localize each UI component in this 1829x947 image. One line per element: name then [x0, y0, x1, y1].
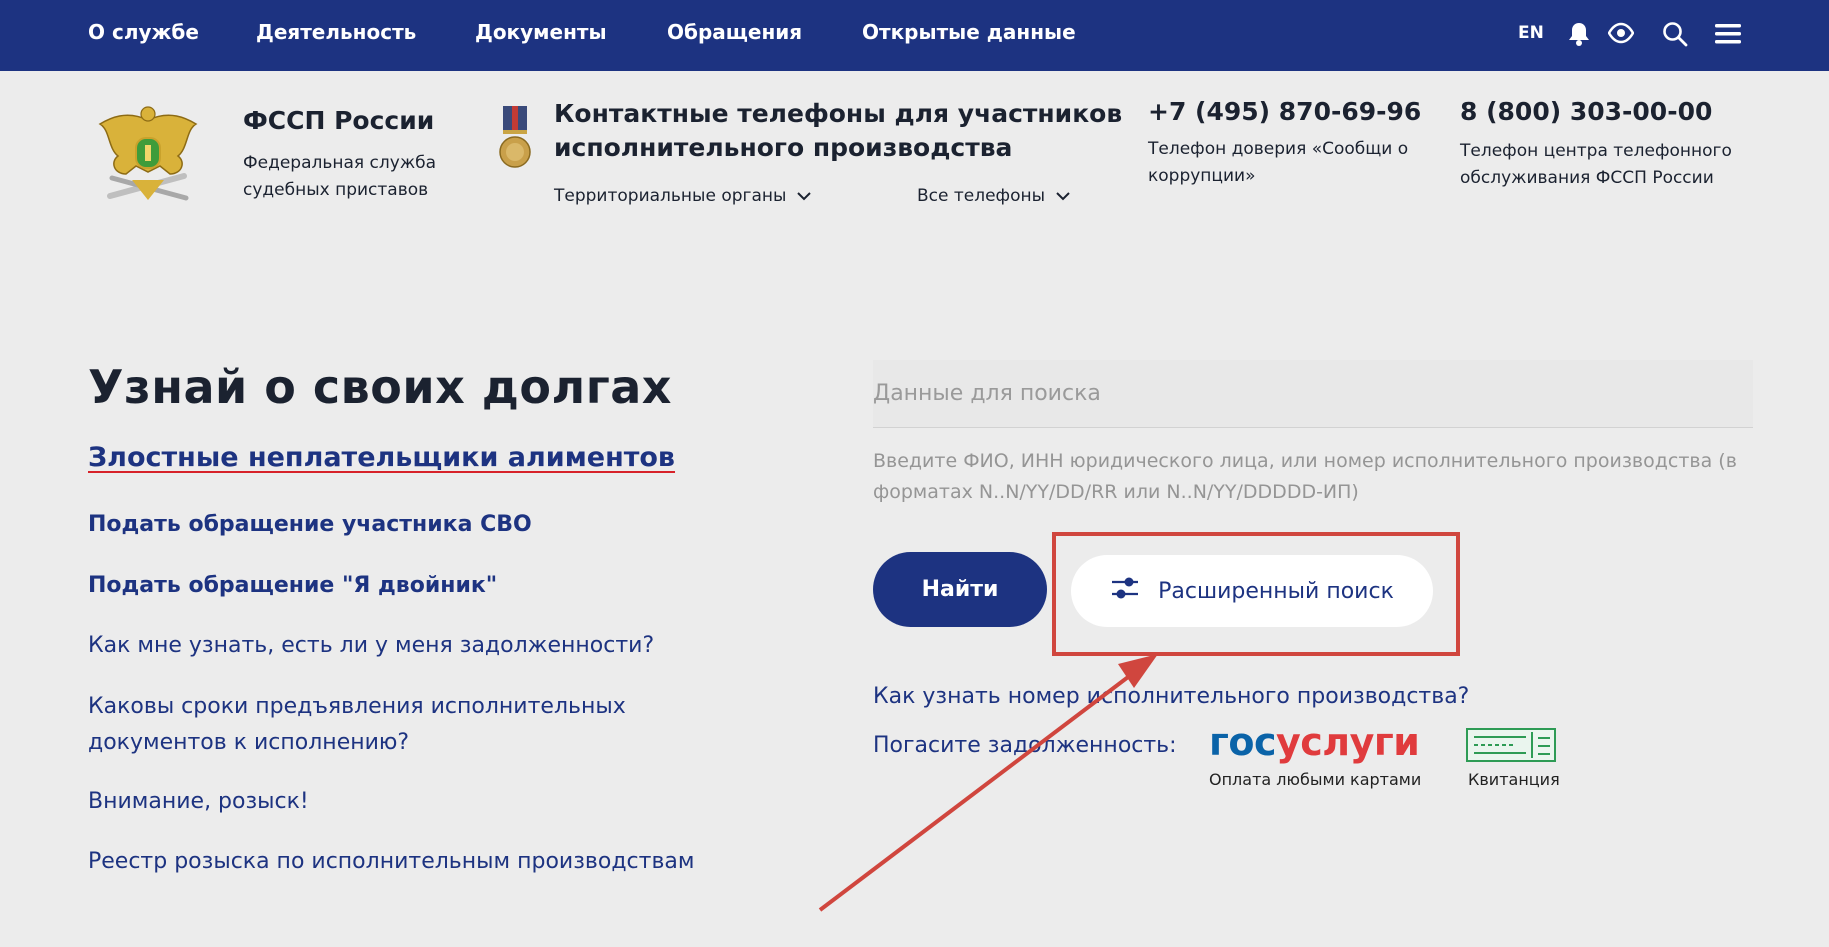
double-appeal-link[interactable]: Подать обращение "Я двойник"	[88, 568, 768, 604]
trust-phone-number[interactable]: +7 (495) 870-69-96	[1148, 97, 1421, 126]
call-center-phone-number[interactable]: 8 (800) 303-00-00	[1460, 97, 1712, 126]
advanced-search-label: Расширенный поиск	[1158, 578, 1394, 604]
gosuslugi-logo-part1: гос	[1209, 720, 1277, 764]
menu-hamburger-icon[interactable]	[1714, 22, 1742, 46]
chevron-down-icon	[1055, 186, 1071, 206]
medal-icon	[498, 106, 532, 170]
sliders-icon	[1110, 575, 1140, 607]
search-hint: Введите ФИО, ИНН юридического лица, или …	[873, 450, 1737, 503]
advanced-search-button[interactable]: Расширенный поиск	[1071, 555, 1433, 627]
malicious-alimony-debtors-link[interactable]: Злостные неплательщики алиментов	[88, 442, 675, 473]
fssp-emblem-logo[interactable]	[96, 100, 200, 210]
gosuslugi-caption: Оплата любыми картами	[1209, 770, 1422, 789]
org-name: ФССП России	[243, 106, 435, 135]
contacts-title: Контактные телефоны для участников испол…	[554, 99, 1123, 162]
nav-item-documents[interactable]: Документы	[475, 20, 607, 44]
search-icon[interactable]	[1662, 21, 1688, 47]
all-phones-label: Все телефоны	[917, 186, 1046, 206]
top-navigation-bar: О службе Деятельность Документы Обращени…	[0, 0, 1829, 71]
gosuslugi-logo[interactable]: госуслуги	[1209, 720, 1420, 764]
bell-icon[interactable]	[1568, 21, 1590, 47]
nav-item-appeals[interactable]: Обращения	[667, 20, 802, 44]
how-to-find-case-number-link[interactable]: Как узнать номер исполнительного произво…	[873, 684, 1469, 709]
gosuslugi-logo-part2: услуги	[1276, 720, 1420, 764]
territorial-bodies-label: Территориальные органы	[554, 186, 787, 206]
page-title: Узнай о своих долгах	[88, 360, 672, 414]
trust-phone-description: Телефон доверия «Сообщи о коррупции»	[1148, 139, 1409, 186]
receipt-caption: Квитанция	[1468, 770, 1560, 789]
accessibility-eye-icon[interactable]	[1608, 22, 1634, 44]
call-center-phone-description: Телефон центра телефонного обслуживания …	[1460, 141, 1732, 188]
nav-item-activity[interactable]: Деятельность	[256, 20, 416, 44]
deadlines-link[interactable]: Каковы сроки предъявления исполнительных…	[88, 689, 688, 761]
svo-appeal-link[interactable]: Подать обращение участника СВО	[88, 507, 768, 543]
wanted-registry-link[interactable]: Реестр розыска по исполнительным произво…	[88, 844, 768, 880]
search-input[interactable]	[873, 360, 1753, 428]
wanted-notice-link[interactable]: Внимание, розыск!	[88, 784, 768, 820]
language-switch-en[interactable]: EN	[1518, 23, 1544, 43]
receipt-icon[interactable]	[1466, 728, 1556, 762]
check-debts-link[interactable]: Как мне узнать, есть ли у меня задолженн…	[88, 628, 768, 664]
nav-item-about[interactable]: О службе	[88, 20, 199, 44]
find-button[interactable]: Найти	[873, 552, 1047, 627]
territorial-bodies-dropdown[interactable]: Территориальные органы	[554, 186, 812, 206]
all-phones-dropdown[interactable]: Все телефоны	[917, 186, 1071, 206]
pay-debt-label: Погасите задолженность:	[873, 733, 1177, 758]
chevron-down-icon	[796, 186, 812, 206]
org-description: Федеральная служба судебных приставов	[243, 153, 437, 200]
nav-item-open-data[interactable]: Открытые данные	[862, 20, 1076, 44]
